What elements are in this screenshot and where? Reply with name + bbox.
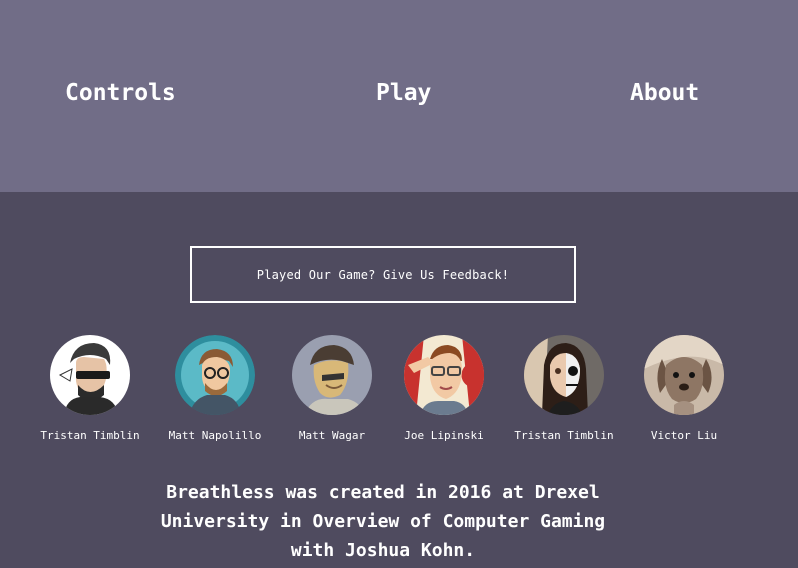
skull-facepaint-photo-avatar-icon bbox=[524, 335, 604, 415]
credits-text: Breathless was created in 2016 at Drexel… bbox=[160, 482, 606, 561]
cartoon-man-sunglasses-avatar-icon bbox=[50, 335, 130, 415]
team-member: Tristan Timblin bbox=[30, 335, 150, 442]
man-saluting-photo-avatar-icon bbox=[404, 335, 484, 415]
nav-play-link[interactable]: Play bbox=[376, 80, 431, 106]
feedback-button[interactable]: Played Our Game? Give Us Feedback! bbox=[190, 246, 576, 303]
team-member: Joe Lipinski bbox=[384, 335, 504, 442]
team-member: Victor Liu bbox=[624, 335, 744, 442]
team-member-name: Tristan Timblin bbox=[40, 429, 140, 442]
nav-controls-link[interactable]: Controls bbox=[65, 80, 176, 106]
team-member-name: Matt Wagar bbox=[298, 429, 366, 442]
team-member-name: Victor Liu bbox=[650, 429, 718, 442]
team-member: Tristan Timblin bbox=[504, 335, 624, 442]
nav-about-link[interactable]: About bbox=[630, 80, 699, 106]
team-member-name: Matt Napolillo bbox=[168, 429, 262, 442]
feedback-button-label: Played Our Game? Give Us Feedback! bbox=[256, 267, 510, 282]
team-member: Matt Napolillo bbox=[155, 335, 275, 442]
top-nav: Controls Play About bbox=[0, 0, 798, 192]
team-member: Matt Wagar bbox=[272, 335, 392, 442]
cartoon-man-glasses-avatar-icon bbox=[175, 335, 255, 415]
team-member-name: Tristan Timblin bbox=[514, 429, 614, 442]
cartoon-man-cap-avatar-icon bbox=[292, 335, 372, 415]
dog-photo-avatar-icon bbox=[644, 335, 724, 415]
team-member-name: Joe Lipinski bbox=[404, 429, 484, 442]
